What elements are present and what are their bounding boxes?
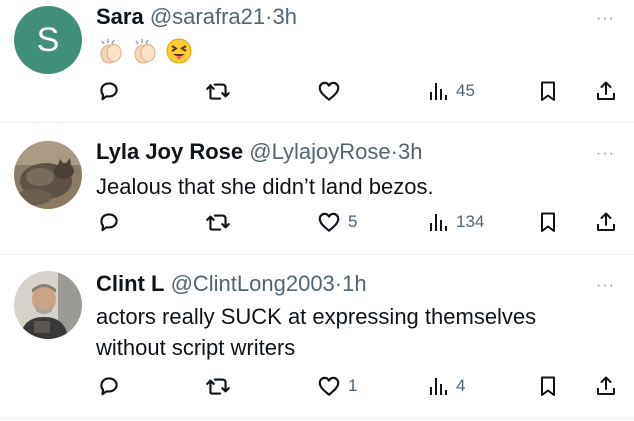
heart-icon <box>318 376 340 396</box>
views-button[interactable]: 4 <box>428 371 465 401</box>
repost-icon <box>206 83 230 100</box>
repost-button[interactable] <box>204 207 232 237</box>
tweet-header: Sara @sarafra21·3h <box>96 4 297 30</box>
more-options-icon[interactable]: ··· <box>596 145 615 163</box>
user-handle[interactable]: @LylajoyRose <box>249 139 390 164</box>
reply-button[interactable] <box>96 371 122 401</box>
tweet-actions: 1 4 <box>0 371 634 401</box>
views-icon <box>430 214 447 231</box>
reply-icon <box>100 377 118 396</box>
more-options-icon[interactable]: ··· <box>596 277 615 295</box>
bookmark-button[interactable] <box>536 371 560 401</box>
views-icon <box>430 83 447 100</box>
divider <box>0 418 634 419</box>
share-button[interactable] <box>594 207 618 237</box>
reply-icon <box>100 213 118 232</box>
repost-icon <box>206 214 230 231</box>
tweet-text: actors really SUCK at expressing themsel… <box>96 304 537 360</box>
bookmark-button[interactable] <box>536 207 560 237</box>
view-count: 4 <box>456 376 466 395</box>
share-icon <box>597 81 615 100</box>
clapping-hands-icon <box>100 39 122 64</box>
like-count: 5 <box>348 212 358 231</box>
display-name[interactable]: Lyla Joy Rose <box>96 139 243 164</box>
tweet-clint[interactable]: Clint L @ClintLong2003·1h ··· actors rea… <box>0 255 634 419</box>
timestamp[interactable]: 1h <box>342 271 366 296</box>
timestamp[interactable]: 3h <box>272 4 296 29</box>
separator-dot: · <box>390 139 398 164</box>
reply-icon <box>100 82 118 101</box>
share-icon <box>597 212 615 231</box>
tweet-sara[interactable]: S Sara @sarafra21·3h ··· 45 <box>0 0 634 120</box>
cat-photo-icon <box>14 141 82 209</box>
views-button[interactable]: 45 <box>428 76 475 106</box>
display-name[interactable]: Clint L <box>96 271 164 296</box>
view-count: 134 <box>456 212 485 231</box>
bookmark-icon <box>541 212 555 232</box>
tweet-lyla[interactable]: Lyla Joy Rose @LylajoyRose·3h ··· Jealou… <box>0 123 634 253</box>
like-button[interactable]: 1 <box>316 371 357 401</box>
bookmark-icon <box>541 376 555 396</box>
display-name[interactable]: Sara <box>96 4 144 29</box>
like-count: 1 <box>348 376 358 395</box>
bookmark-icon <box>541 81 555 101</box>
reply-button[interactable] <box>96 207 122 237</box>
reply-button[interactable] <box>96 76 122 106</box>
user-handle[interactable]: @ClintLong2003 <box>171 271 335 296</box>
share-icon <box>597 376 615 395</box>
man-photo-icon <box>14 271 82 339</box>
avatar[interactable]: S <box>14 6 82 74</box>
heart-icon <box>318 212 340 232</box>
views-button[interactable]: 134 <box>428 207 484 237</box>
repost-button[interactable] <box>204 371 232 401</box>
share-button[interactable] <box>594 76 618 106</box>
repost-icon <box>206 378 230 395</box>
tweet-actions: 5 134 <box>0 207 634 237</box>
like-button[interactable] <box>316 76 348 106</box>
clapping-hands-icon <box>134 39 156 64</box>
timestamp[interactable]: 3h <box>398 139 422 164</box>
share-button[interactable] <box>594 371 618 401</box>
more-options-icon[interactable]: ··· <box>596 10 615 28</box>
tweet-header: Clint L @ClintLong2003·1h <box>96 271 367 297</box>
like-button[interactable]: 5 <box>316 207 357 237</box>
bookmark-button[interactable] <box>536 76 560 106</box>
tweet-header: Lyla Joy Rose @LylajoyRose·3h <box>96 139 422 165</box>
tweet-text: Jealous that she didn’t land bezos. <box>96 174 434 199</box>
tweet-actions: 45 <box>0 76 634 106</box>
heart-icon <box>318 81 340 101</box>
avatar[interactable] <box>14 141 82 209</box>
view-count: 45 <box>456 81 475 100</box>
squinting-face-with-tongue-icon <box>166 38 192 64</box>
views-icon <box>430 378 447 395</box>
repost-button[interactable] <box>204 76 232 106</box>
user-handle[interactable]: @sarafra21 <box>150 4 265 29</box>
avatar-letter: S <box>36 21 60 59</box>
avatar[interactable] <box>14 271 82 339</box>
tweet-emoji-row <box>96 36 194 66</box>
